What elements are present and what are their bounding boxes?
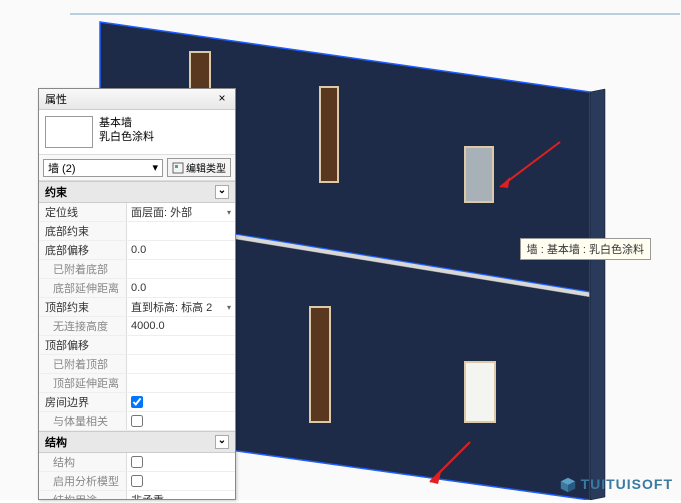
properties-panel: 属性 × 基本墙 乳白色涂料 墙 (2) ▾ 编辑类型 约束 ⌄ 定位线面层面: 外… — [38, 88, 236, 500]
property-value[interactable] — [127, 453, 235, 471]
group-name: 结构 — [45, 434, 67, 450]
instance-filter-row: 墙 (2) ▾ 编辑类型 — [39, 155, 235, 181]
edit-type-icon — [172, 162, 184, 174]
property-row: 已附着顶部 — [39, 355, 235, 374]
property-label: 无连接高度 — [39, 317, 127, 335]
property-value[interactable]: 0.0 — [127, 241, 235, 259]
property-row: 结构用途非承重 — [39, 491, 235, 499]
property-label: 顶部延伸距离 — [39, 374, 127, 392]
group-header[interactable]: 约束 ⌄ — [39, 181, 235, 203]
property-row: 定位线面层面: 外部 — [39, 203, 235, 222]
property-value[interactable] — [127, 412, 235, 430]
close-icon[interactable]: × — [215, 92, 229, 106]
type-info: 基本墙 乳白色涂料 — [93, 116, 154, 148]
property-row: 启用分析模型 — [39, 472, 235, 491]
property-value[interactable] — [127, 472, 235, 490]
property-value[interactable] — [127, 336, 235, 354]
property-row: 底部延伸距离0.0 — [39, 279, 235, 298]
chevron-down-icon: ▾ — [152, 161, 158, 174]
hover-tooltip: 墙 : 基本墙 : 乳白色涂料 — [520, 238, 651, 260]
group-name: 约束 — [45, 184, 67, 200]
property-row: 底部约束 — [39, 222, 235, 241]
edit-type-label: 编辑类型 — [186, 160, 226, 175]
group-header[interactable]: 结构 ⌄ — [39, 431, 235, 453]
type-preview-thumb — [45, 116, 93, 148]
property-label: 已附着顶部 — [39, 355, 127, 373]
properties-body[interactable]: 约束⌄定位线面层面: 外部底部约束底部偏移0.0已附着底部底部延伸距离0.0顶部… — [39, 181, 235, 499]
property-value[interactable] — [127, 355, 235, 373]
instance-filter-dropdown[interactable]: 墙 (2) ▾ — [43, 159, 163, 177]
property-row: 已附着底部 — [39, 260, 235, 279]
edit-type-button[interactable]: 编辑类型 — [167, 158, 231, 177]
property-value[interactable]: 4000.0 — [127, 317, 235, 335]
logo-cube-icon — [559, 476, 577, 494]
property-checkbox[interactable] — [131, 475, 143, 487]
property-label: 房间边界 — [39, 393, 127, 411]
collapse-icon[interactable]: ⌄ — [215, 185, 229, 199]
property-label: 底部延伸距离 — [39, 279, 127, 297]
watermark-logo: TUITUISOFT — [559, 476, 673, 494]
property-label: 与体量相关 — [39, 412, 127, 430]
property-row: 与体量相关 — [39, 412, 235, 431]
property-row: 底部偏移0.0 — [39, 241, 235, 260]
type-name: 乳白色涂料 — [99, 130, 154, 144]
property-checkbox[interactable] — [131, 415, 143, 427]
property-value[interactable] — [127, 222, 235, 240]
property-value[interactable]: 非承重 — [127, 491, 235, 499]
property-value[interactable] — [127, 393, 235, 411]
collapse-icon[interactable]: ⌄ — [215, 435, 229, 449]
property-checkbox[interactable] — [131, 456, 143, 468]
property-label: 顶部偏移 — [39, 336, 127, 354]
property-row: 顶部偏移 — [39, 336, 235, 355]
property-value[interactable]: 0.0 — [127, 279, 235, 297]
property-label: 结构 — [39, 453, 127, 471]
panel-title-text: 属性 — [45, 91, 67, 107]
property-label: 启用分析模型 — [39, 472, 127, 490]
property-row: 顶部延伸距离 — [39, 374, 235, 393]
property-row: 顶部约束直到标高: 标高 2 — [39, 298, 235, 317]
type-selector[interactable]: 基本墙 乳白色涂料 — [39, 110, 235, 155]
instance-filter-value: 墙 (2) — [48, 160, 76, 176]
property-label: 底部偏移 — [39, 241, 127, 259]
property-value[interactable]: 直到标高: 标高 2 — [127, 298, 235, 316]
property-label: 顶部约束 — [39, 298, 127, 316]
property-value[interactable] — [127, 260, 235, 278]
property-label: 底部约束 — [39, 222, 127, 240]
property-label: 结构用途 — [39, 491, 127, 499]
property-checkbox[interactable] — [131, 396, 143, 408]
property-label: 已附着底部 — [39, 260, 127, 278]
property-row: 结构 — [39, 453, 235, 472]
property-row: 无连接高度4000.0 — [39, 317, 235, 336]
property-value[interactable]: 面层面: 外部 — [127, 203, 235, 221]
property-value[interactable] — [127, 374, 235, 392]
property-row: 房间边界 — [39, 393, 235, 412]
type-family: 基本墙 — [99, 116, 154, 130]
panel-titlebar[interactable]: 属性 × — [39, 89, 235, 110]
property-label: 定位线 — [39, 203, 127, 221]
